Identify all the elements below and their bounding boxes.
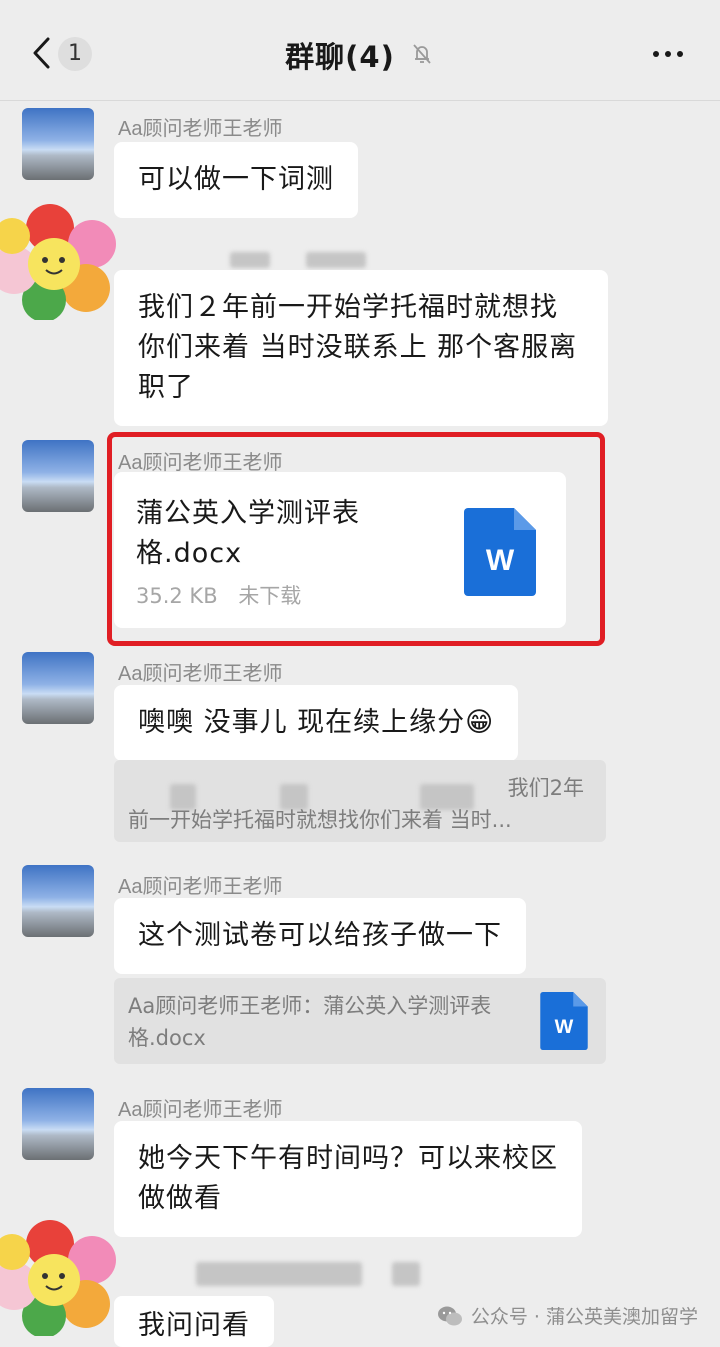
message-bubble[interactable]: 噢噢 没事儿 现在续上缘分😁 <box>114 685 519 761</box>
blurred-sender <box>306 252 366 268</box>
chat-header: 1 群聊(4) <box>0 0 720 101</box>
sender-name: Aa顾问老师王老师 <box>118 1099 283 1121</box>
sender-name: Aa顾问老师王老师 <box>118 876 283 898</box>
watermark-text: 公众号 · 蒲公英美澳加留学 <box>470 1306 698 1328</box>
doc-letter: W <box>555 1016 574 1038</box>
message-bubble[interactable]: 我们２年前一开始学托福时就想找你们来着 当时没联系上 那个客服离职了 <box>114 270 608 426</box>
flower-avatar[interactable] <box>0 200 120 320</box>
quoted-file-message[interactable]: Aa顾问老师王老师：蒲公英入学测评表格.docx W <box>114 978 606 1064</box>
sender-name: Aa顾问老师王老师 <box>118 118 283 140</box>
sender-avatar[interactable] <box>22 865 94 937</box>
sender-name: Aa顾问老师王老师 <box>118 663 283 685</box>
blurred-sender <box>196 1262 362 1286</box>
message-bubble[interactable]: 这个测试卷可以给孩子做一下 <box>114 898 526 974</box>
sender-avatar[interactable] <box>22 108 94 180</box>
highlight-box <box>107 432 605 646</box>
chat-title-container: 群聊(4) <box>0 34 720 76</box>
quote-text: Aa顾问老师王老师：蒲公英入学测评表格.docx <box>128 994 492 1050</box>
mute-bell-icon <box>413 44 431 64</box>
watermark: 公众号 · 蒲公英美澳加留学 <box>437 1302 698 1329</box>
message-bubble[interactable]: 可以做一下词测 <box>114 142 358 218</box>
chat-title: 群聊(4) <box>285 40 395 74</box>
more-icon[interactable] <box>652 50 684 58</box>
flower-avatar[interactable] <box>0 1216 120 1336</box>
sender-avatar[interactable] <box>22 440 94 512</box>
sender-avatar[interactable] <box>22 1088 94 1160</box>
blurred-sender <box>230 252 270 268</box>
quoted-message[interactable]: 我们2年 前一开始学托福时就想找你们来着 当时... <box>114 760 606 842</box>
message-bubble[interactable]: 我问问看 <box>114 1296 274 1347</box>
quote-line-2: 前一开始学托福时就想找你们来着 当时... <box>128 808 512 832</box>
blurred-sender <box>392 1262 420 1286</box>
word-document-icon: W <box>540 992 588 1050</box>
quote-line-1: 我们2年 <box>507 776 584 800</box>
message-bubble[interactable]: 她今天下午有时间吗？可以来校区做做看 <box>114 1121 582 1237</box>
wechat-icon <box>437 1306 462 1325</box>
sender-avatar[interactable] <box>22 652 94 724</box>
